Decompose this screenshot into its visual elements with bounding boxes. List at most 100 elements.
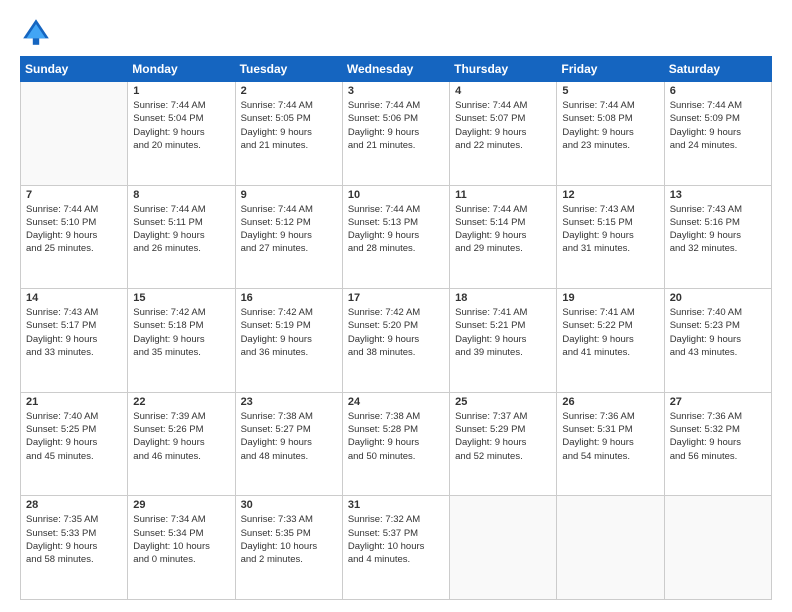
day-number: 29 (133, 499, 229, 511)
day-number: 21 (26, 396, 122, 408)
cell-info: Sunrise: 7:42 AM Sunset: 5:19 PM Dayligh… (241, 306, 337, 359)
day-number: 27 (670, 396, 766, 408)
day-number: 1 (133, 85, 229, 97)
cell-info: Sunrise: 7:44 AM Sunset: 5:05 PM Dayligh… (241, 99, 337, 152)
cell-info: Sunrise: 7:43 AM Sunset: 5:16 PM Dayligh… (670, 203, 766, 256)
cell-info: Sunrise: 7:44 AM Sunset: 5:07 PM Dayligh… (455, 99, 551, 152)
calendar-cell: 13 Sunrise: 7:43 AM Sunset: 5:16 PM Dayli… (664, 185, 771, 289)
day-number: 15 (133, 292, 229, 304)
cell-info: Sunrise: 7:44 AM Sunset: 5:04 PM Dayligh… (133, 99, 229, 152)
calendar-cell: 18 Sunrise: 7:41 AM Sunset: 5:21 PM Dayli… (450, 289, 557, 393)
day-number: 10 (348, 189, 444, 201)
calendar-table: SundayMondayTuesdayWednesdayThursdayFrid… (20, 56, 772, 600)
cell-info: Sunrise: 7:44 AM Sunset: 5:08 PM Dayligh… (562, 99, 658, 152)
calendar-cell: 11 Sunrise: 7:44 AM Sunset: 5:14 PM Dayli… (450, 185, 557, 289)
day-number: 20 (670, 292, 766, 304)
day-number: 12 (562, 189, 658, 201)
calendar-header-saturday: Saturday (664, 57, 771, 82)
day-number: 26 (562, 396, 658, 408)
calendar-week-2: 7Sunrise: 7:44 AM Sunset: 5:10 PM Daylig… (21, 185, 772, 289)
calendar-cell: 7Sunrise: 7:44 AM Sunset: 5:10 PM Daylig… (21, 185, 128, 289)
day-number: 25 (455, 396, 551, 408)
cell-info: Sunrise: 7:36 AM Sunset: 5:32 PM Dayligh… (670, 410, 766, 463)
calendar-header-monday: Monday (128, 57, 235, 82)
cell-info: Sunrise: 7:41 AM Sunset: 5:21 PM Dayligh… (455, 306, 551, 359)
cell-info: Sunrise: 7:43 AM Sunset: 5:17 PM Dayligh… (26, 306, 122, 359)
calendar-cell: 3 Sunrise: 7:44 AM Sunset: 5:06 PM Daylig… (342, 82, 449, 186)
calendar-cell: 27 Sunrise: 7:36 AM Sunset: 5:32 PM Dayli… (664, 392, 771, 496)
calendar-cell: 25 Sunrise: 7:37 AM Sunset: 5:29 PM Dayli… (450, 392, 557, 496)
calendar-cell: 19 Sunrise: 7:41 AM Sunset: 5:22 PM Dayli… (557, 289, 664, 393)
calendar-cell: 16Sunrise: 7:42 AM Sunset: 5:19 PM Dayli… (235, 289, 342, 393)
day-number: 30 (241, 499, 337, 511)
calendar-cell: 22 Sunrise: 7:39 AM Sunset: 5:26 PM Dayli… (128, 392, 235, 496)
day-number: 14 (26, 292, 122, 304)
calendar-cell: 12 Sunrise: 7:43 AM Sunset: 5:15 PM Dayli… (557, 185, 664, 289)
day-number: 13 (670, 189, 766, 201)
calendar-cell (21, 82, 128, 186)
cell-info: Sunrise: 7:32 AM Sunset: 5:37 PM Dayligh… (348, 513, 444, 566)
calendar-header-sunday: Sunday (21, 57, 128, 82)
calendar-cell: 31 Sunrise: 7:32 AM Sunset: 5:37 PM Dayli… (342, 496, 449, 600)
calendar-week-3: 14 Sunrise: 7:43 AM Sunset: 5:17 PM Dayli… (21, 289, 772, 393)
calendar-header-wednesday: Wednesday (342, 57, 449, 82)
cell-info: Sunrise: 7:36 AM Sunset: 5:31 PM Dayligh… (562, 410, 658, 463)
calendar-week-4: 21Sunrise: 7:40 AM Sunset: 5:25 PM Dayli… (21, 392, 772, 496)
cell-info: Sunrise: 7:38 AM Sunset: 5:28 PM Dayligh… (348, 410, 444, 463)
cell-info: Sunrise: 7:43 AM Sunset: 5:15 PM Dayligh… (562, 203, 658, 256)
calendar-header-row: SundayMondayTuesdayWednesdayThursdayFrid… (21, 57, 772, 82)
cell-info: Sunrise: 7:39 AM Sunset: 5:26 PM Dayligh… (133, 410, 229, 463)
calendar-cell: 1 Sunrise: 7:44 AM Sunset: 5:04 PM Daylig… (128, 82, 235, 186)
day-number: 4 (455, 85, 551, 97)
cell-info: Sunrise: 7:34 AM Sunset: 5:34 PM Dayligh… (133, 513, 229, 566)
logo-icon (20, 16, 52, 48)
cell-info: Sunrise: 7:42 AM Sunset: 5:18 PM Dayligh… (133, 306, 229, 359)
calendar-cell: 2 Sunrise: 7:44 AM Sunset: 5:05 PM Daylig… (235, 82, 342, 186)
calendar-cell (450, 496, 557, 600)
day-number: 18 (455, 292, 551, 304)
calendar-cell: 17 Sunrise: 7:42 AM Sunset: 5:20 PM Dayli… (342, 289, 449, 393)
logo (20, 16, 56, 48)
calendar-cell: 23Sunrise: 7:38 AM Sunset: 5:27 PM Dayli… (235, 392, 342, 496)
cell-info: Sunrise: 7:38 AM Sunset: 5:27 PM Dayligh… (241, 410, 337, 463)
cell-info: Sunrise: 7:37 AM Sunset: 5:29 PM Dayligh… (455, 410, 551, 463)
calendar-cell: 10 Sunrise: 7:44 AM Sunset: 5:13 PM Dayli… (342, 185, 449, 289)
cell-info: Sunrise: 7:44 AM Sunset: 5:12 PM Dayligh… (241, 203, 337, 256)
day-number: 3 (348, 85, 444, 97)
calendar-cell: 5 Sunrise: 7:44 AM Sunset: 5:08 PM Daylig… (557, 82, 664, 186)
day-number: 24 (348, 396, 444, 408)
cell-info: Sunrise: 7:44 AM Sunset: 5:11 PM Dayligh… (133, 203, 229, 256)
calendar-cell: 20 Sunrise: 7:40 AM Sunset: 5:23 PM Dayli… (664, 289, 771, 393)
day-number: 28 (26, 499, 122, 511)
cell-info: Sunrise: 7:40 AM Sunset: 5:23 PM Dayligh… (670, 306, 766, 359)
cell-info: Sunrise: 7:44 AM Sunset: 5:14 PM Dayligh… (455, 203, 551, 256)
calendar-week-5: 28Sunrise: 7:35 AM Sunset: 5:33 PM Dayli… (21, 496, 772, 600)
day-number: 5 (562, 85, 658, 97)
cell-info: Sunrise: 7:44 AM Sunset: 5:13 PM Dayligh… (348, 203, 444, 256)
day-number: 31 (348, 499, 444, 511)
calendar-header-tuesday: Tuesday (235, 57, 342, 82)
day-number: 2 (241, 85, 337, 97)
calendar-cell: 29 Sunrise: 7:34 AM Sunset: 5:34 PM Dayli… (128, 496, 235, 600)
day-number: 11 (455, 189, 551, 201)
cell-info: Sunrise: 7:44 AM Sunset: 5:10 PM Dayligh… (26, 203, 122, 256)
cell-info: Sunrise: 7:42 AM Sunset: 5:20 PM Dayligh… (348, 306, 444, 359)
day-number: 19 (562, 292, 658, 304)
cell-info: Sunrise: 7:41 AM Sunset: 5:22 PM Dayligh… (562, 306, 658, 359)
calendar-header-thursday: Thursday (450, 57, 557, 82)
page: SundayMondayTuesdayWednesdayThursdayFrid… (0, 0, 792, 612)
calendar-cell: 26 Sunrise: 7:36 AM Sunset: 5:31 PM Dayli… (557, 392, 664, 496)
cell-info: Sunrise: 7:44 AM Sunset: 5:09 PM Dayligh… (670, 99, 766, 152)
calendar-header-friday: Friday (557, 57, 664, 82)
calendar-cell (664, 496, 771, 600)
day-number: 17 (348, 292, 444, 304)
calendar-cell: 30 Sunrise: 7:33 AM Sunset: 5:35 PM Dayli… (235, 496, 342, 600)
calendar-cell: 21Sunrise: 7:40 AM Sunset: 5:25 PM Dayli… (21, 392, 128, 496)
header (20, 16, 772, 48)
cell-info: Sunrise: 7:44 AM Sunset: 5:06 PM Dayligh… (348, 99, 444, 152)
cell-info: Sunrise: 7:33 AM Sunset: 5:35 PM Dayligh… (241, 513, 337, 566)
day-number: 22 (133, 396, 229, 408)
day-number: 8 (133, 189, 229, 201)
calendar-cell (557, 496, 664, 600)
calendar-cell: 4 Sunrise: 7:44 AM Sunset: 5:07 PM Daylig… (450, 82, 557, 186)
